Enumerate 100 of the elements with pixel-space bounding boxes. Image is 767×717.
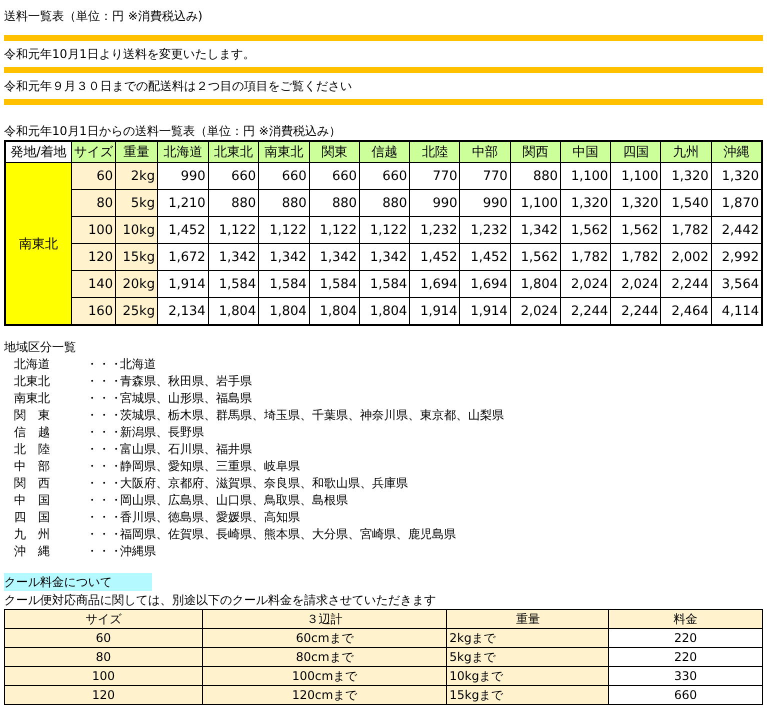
- separator-text: ・・・: [86, 373, 120, 390]
- table-cell: 2,244: [610, 298, 661, 325]
- prefecture-list: 北海道: [120, 356, 156, 373]
- table-cell: 1,584: [359, 270, 410, 298]
- table-cell: 120: [71, 244, 116, 270]
- table-cell: 770: [460, 162, 510, 190]
- table-cell: 2kgまで: [446, 628, 609, 648]
- header-cell: 北東北: [208, 141, 259, 162]
- region-name: 中 部: [14, 458, 51, 475]
- table-cell: 1,584: [258, 270, 310, 298]
- table-cell: 25kg: [115, 298, 158, 325]
- region-name: 南東北: [14, 390, 51, 407]
- separator-text: ・・・: [86, 492, 120, 509]
- table-cell: 1,804: [208, 298, 259, 325]
- region-name: 関 東: [14, 407, 51, 424]
- table-cell: 5kg: [115, 190, 158, 216]
- table-cell: 1,782: [560, 244, 611, 270]
- table-cell: 2,244: [560, 298, 611, 325]
- header-cell: 発地/着地: [5, 141, 72, 162]
- region-name: 北東北: [14, 373, 51, 390]
- table-caption: 令和元年10月1日からの送料一覧表（単位：円 ※消費税込み）: [4, 122, 341, 140]
- header-cell: 信越: [359, 141, 410, 162]
- table-cell: 1,232: [460, 216, 510, 244]
- header-cell: 北海道: [157, 141, 208, 162]
- table-cell: 1,210: [157, 190, 208, 216]
- separator-text: ・・・: [86, 475, 120, 492]
- prefecture-list: 新潟県、長野県: [120, 424, 204, 441]
- table-cell: 80: [71, 190, 116, 216]
- table-cell: 60cmまで: [202, 628, 447, 648]
- separator-text: ・・・: [86, 390, 120, 407]
- header-cell: 北陸: [410, 141, 460, 162]
- header-cell: 南東北: [258, 141, 310, 162]
- table-cell: 1,914: [157, 270, 208, 298]
- table-cell: 990: [460, 190, 510, 216]
- table-cell: 880: [309, 190, 360, 216]
- table-cell: 1,320: [660, 162, 712, 190]
- header-cell: 関東: [309, 141, 360, 162]
- table-cell: 330: [608, 666, 762, 686]
- table-cell: 1,100: [510, 190, 560, 216]
- table-cell: 100cmまで: [202, 666, 447, 686]
- table-cell: 2kg: [115, 162, 158, 190]
- table-cell: 1,562: [610, 216, 661, 244]
- notice-text: 令和元年10月1日より送料を変更いたします。: [4, 46, 255, 62]
- table-cell: 1,320: [610, 190, 661, 216]
- table-cell: 660: [258, 162, 310, 190]
- header-cell: 重量: [446, 610, 609, 628]
- prefecture-list: 大阪府、京都府、滋賀県、奈良県、和歌山県、兵庫県: [120, 475, 408, 492]
- table-cell: 1,562: [560, 216, 611, 244]
- prefecture-list: 岡山県、広島県、山口県、鳥取県、島根県: [120, 492, 348, 509]
- table-cell: 1,562: [510, 244, 560, 270]
- table-cell: 15kg: [115, 244, 158, 270]
- header-cell: 九州: [660, 141, 712, 162]
- table-cell: 1,782: [660, 216, 712, 244]
- prefecture-list: 静岡県、愛知県、三重県、岐阜県: [120, 458, 300, 475]
- table-cell: 100: [4, 666, 202, 686]
- region-name: 四 国: [14, 509, 51, 526]
- table-cell: 1,804: [258, 298, 310, 325]
- table-cell: 60: [71, 162, 116, 190]
- table-cell: 1,914: [460, 298, 510, 325]
- header-cell: 四国: [610, 141, 661, 162]
- table-cell: 1,804: [510, 270, 560, 298]
- table-cell: 1,694: [410, 270, 460, 298]
- header-cell: 重量: [115, 141, 158, 162]
- table-cell: 1,122: [208, 216, 259, 244]
- table-cell: 2,464: [660, 298, 712, 325]
- table-cell: 160: [71, 298, 116, 325]
- table-cell: 10kg: [115, 216, 158, 244]
- separator-text: ・・・: [86, 543, 120, 560]
- section-title: 地域区分一覧: [4, 338, 76, 356]
- table-cell: 880: [208, 190, 259, 216]
- table-cell: 1,804: [309, 298, 360, 325]
- region-name: 北 陸: [14, 441, 51, 458]
- table-cell: 5kgまで: [446, 648, 609, 666]
- table-cell: 1,584: [208, 270, 259, 298]
- page-title: 送料一覧表（単位：円 ※消費税込み): [4, 8, 203, 24]
- table-cell: 660: [208, 162, 259, 190]
- separator-text: ・・・: [86, 509, 120, 526]
- prefecture-list: 宮城県、山形県、福島県: [120, 390, 252, 407]
- cool-note: クール便対応商品に関しては、別途以下のクール料金を請求させていただきます: [4, 592, 436, 609]
- separator-text: ・・・: [86, 356, 120, 373]
- table-cell: 1,342: [359, 244, 410, 270]
- table-cell: 1,782: [610, 244, 661, 270]
- region-name: 沖 縄: [14, 543, 51, 560]
- table-cell: 1,914: [410, 298, 460, 325]
- table-cell: 880: [359, 190, 410, 216]
- prefecture-list: 青森県、秋田県、岩手県: [120, 373, 252, 390]
- table-cell: 1,672: [157, 244, 208, 270]
- table-cell: 1,100: [610, 162, 661, 190]
- table-cell: 4,114: [711, 298, 762, 325]
- table-cell: 660: [309, 162, 360, 190]
- header-cell: 沖縄: [711, 141, 762, 162]
- origin-cell: 南東北: [5, 162, 72, 325]
- table-cell: 990: [157, 162, 208, 190]
- table-cell: 10kgまで: [446, 666, 609, 686]
- table-cell: 880: [258, 190, 310, 216]
- region-name: 九 州: [14, 526, 51, 543]
- separator-text: ・・・: [86, 526, 120, 543]
- table-cell: 1,452: [460, 244, 510, 270]
- table-cell: 2,024: [510, 298, 560, 325]
- prefecture-list: 茨城県、栃木県、群馬県、埼玉県、千葉県、神奈川県、東京都、山梨県: [120, 407, 504, 424]
